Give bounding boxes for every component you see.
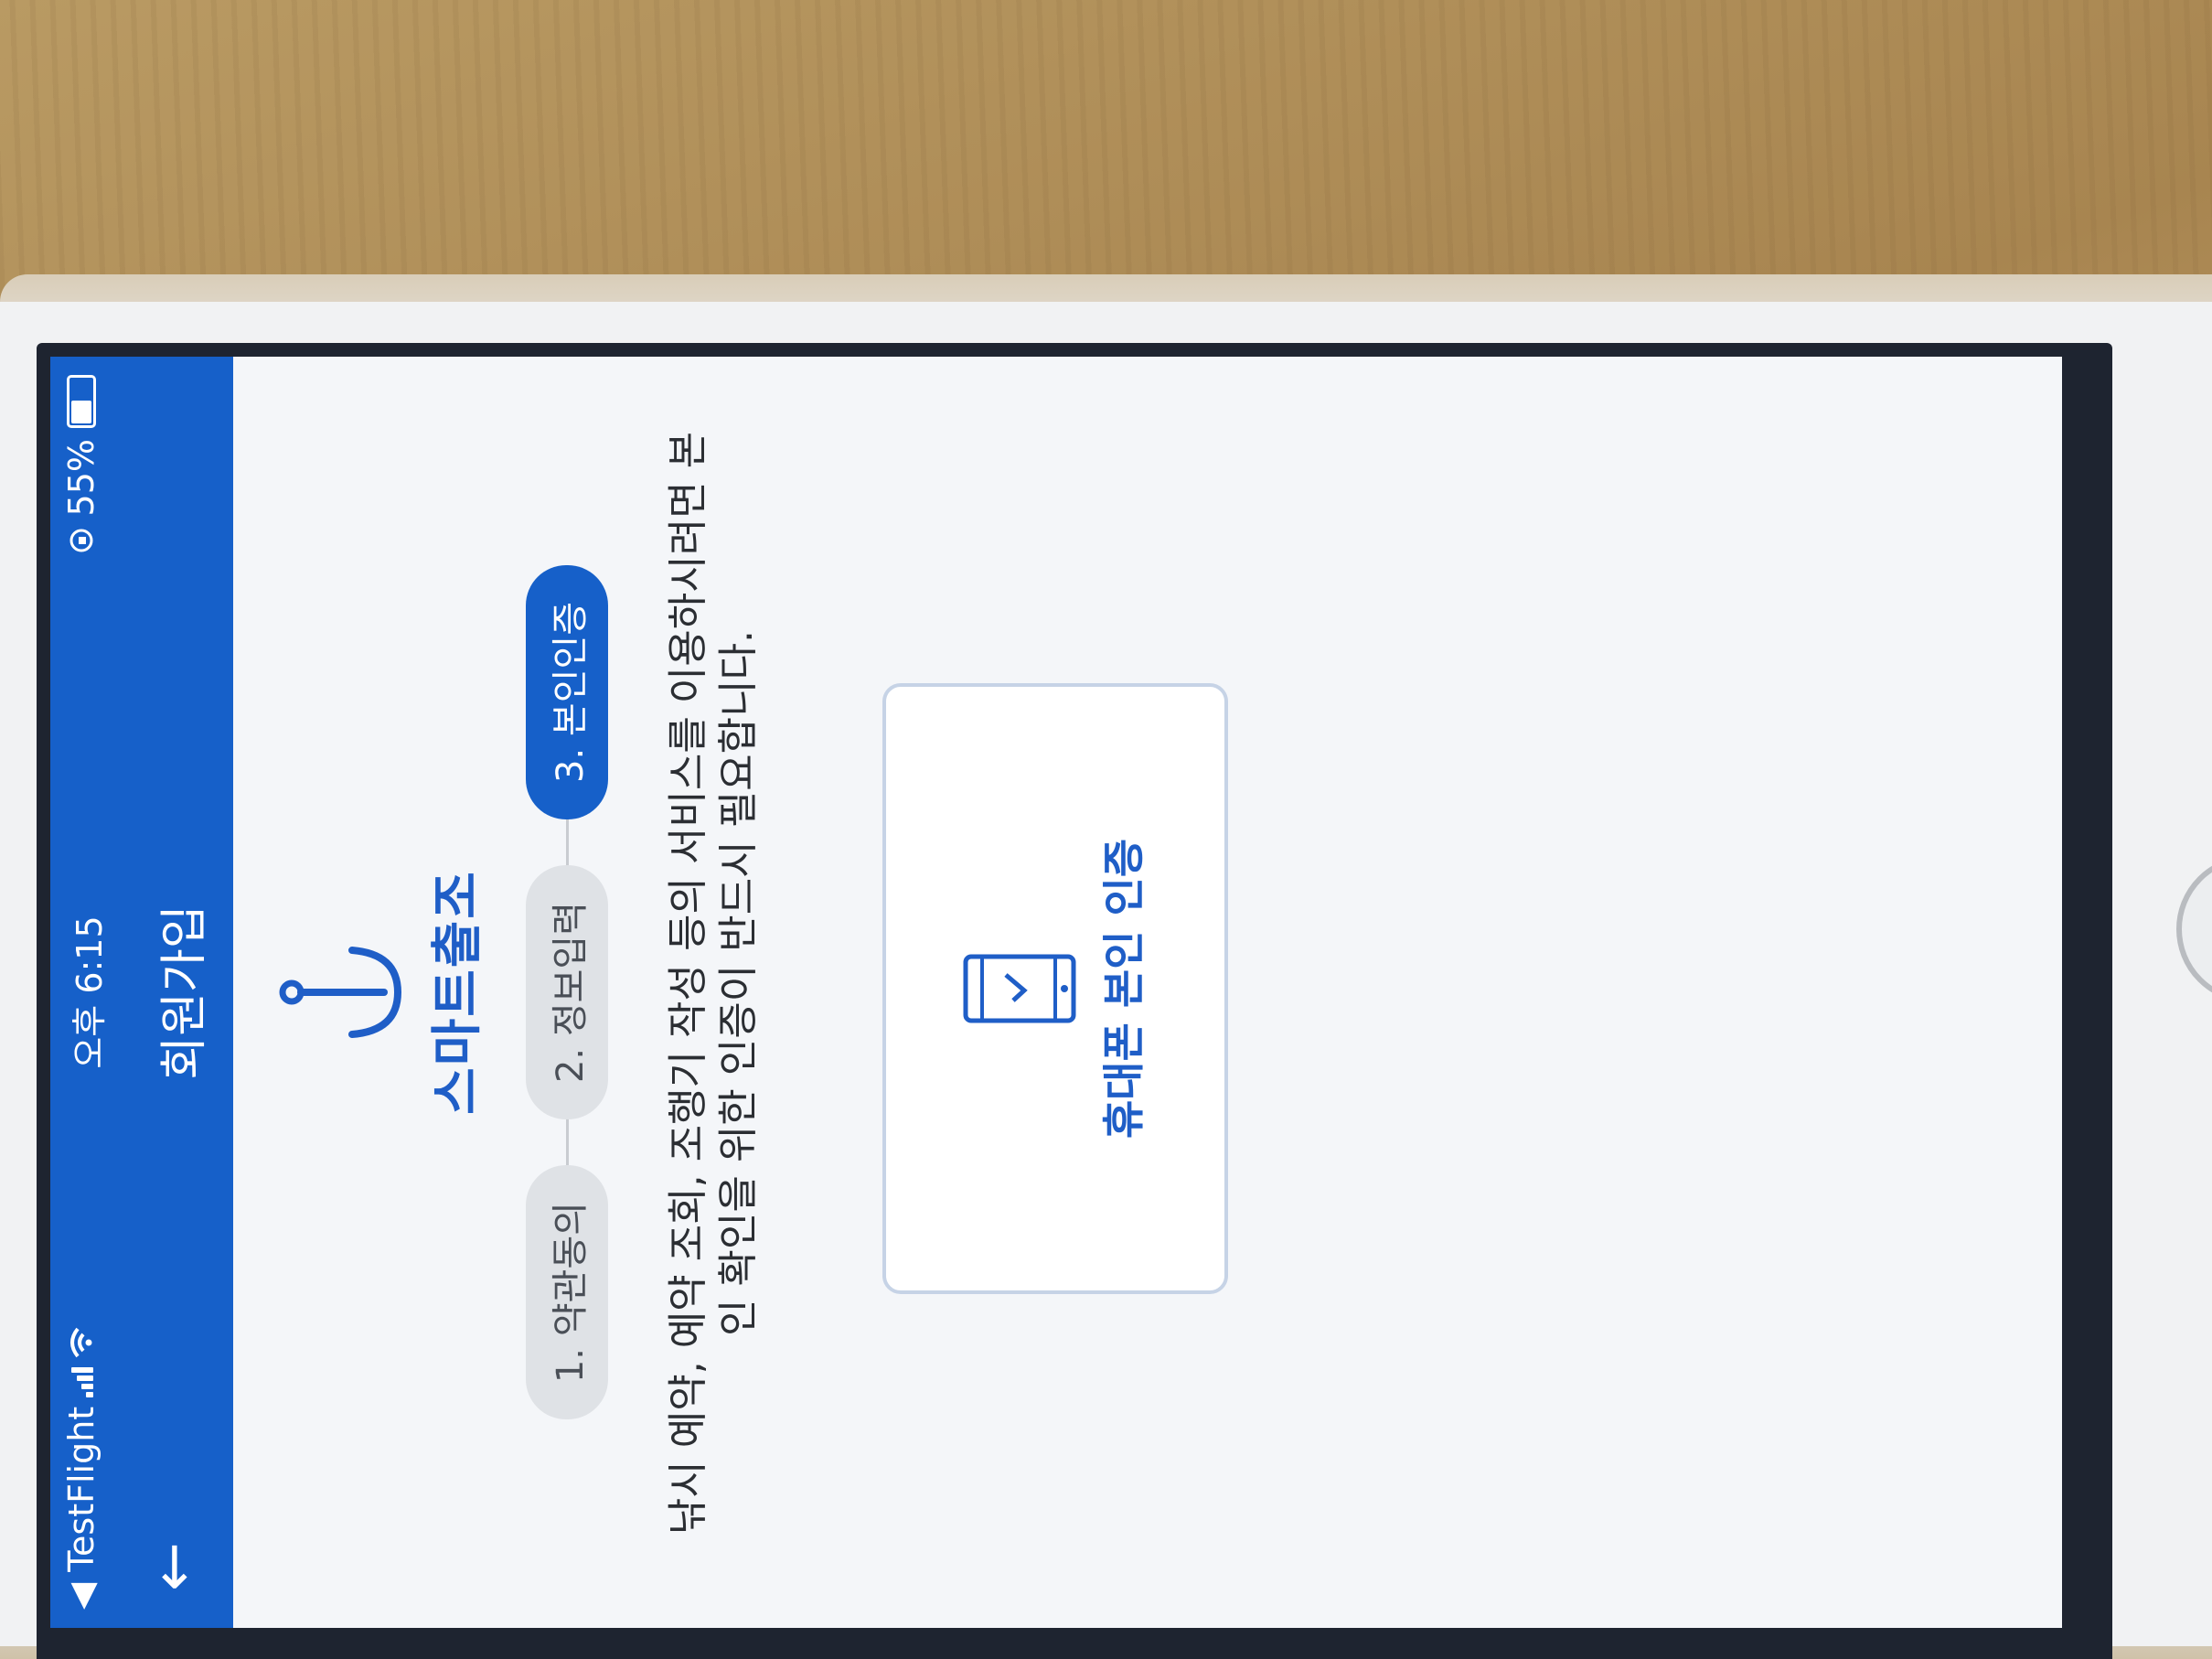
phone-screen-frame: ◀ TestFlight 오후 6:15 55% ← 회원가입 스마트출조 1.… [37, 343, 2112, 1659]
verification-description: 낚시 예약, 예약 조회, 조행기 작성 등의 서비스를 이용하시려면 본인 확… [665, 431, 762, 1536]
app-screen: ◀ TestFlight 오후 6:15 55% ← 회원가입 스마트출조 1.… [50, 357, 2062, 1628]
step-terms: 1. 약관동의 [526, 1165, 608, 1420]
step-info: 2. 정보입력 [526, 864, 608, 1120]
step-connector [565, 1119, 569, 1166]
anchor-icon [279, 947, 402, 1038]
app-logo: 스마트출조 [279, 357, 490, 1628]
phone-verification-button[interactable]: 휴대폰 본인 인증 [882, 683, 1228, 1294]
step-verification: 3. 본인인증 [526, 564, 608, 819]
nav-bar: ← 회원가입 [114, 357, 233, 1628]
mobile-phone-icon [963, 954, 1076, 1023]
wood-table-surface [0, 0, 2212, 302]
status-right: 55% [61, 375, 102, 554]
logo-text: 스마트출조 [428, 870, 487, 1115]
orientation-lock-icon [69, 529, 93, 552]
step-connector [565, 819, 569, 865]
photo-background: ◀ TestFlight 오후 6:15 55% ← 회원가입 스마트출조 1.… [0, 0, 2212, 1659]
verification-button-label: 휴대폰 본인 인증 [1099, 838, 1149, 1140]
status-bar: ◀ TestFlight 오후 6:15 55% [50, 357, 114, 1628]
battery-fill [71, 401, 91, 423]
battery-percent: 55% [61, 439, 102, 517]
signup-steps: 1. 약관동의 2. 정보입력 3. 본인인증 [526, 439, 608, 1546]
battery-icon [67, 375, 96, 428]
page-title: 회원가입 [157, 904, 212, 1080]
